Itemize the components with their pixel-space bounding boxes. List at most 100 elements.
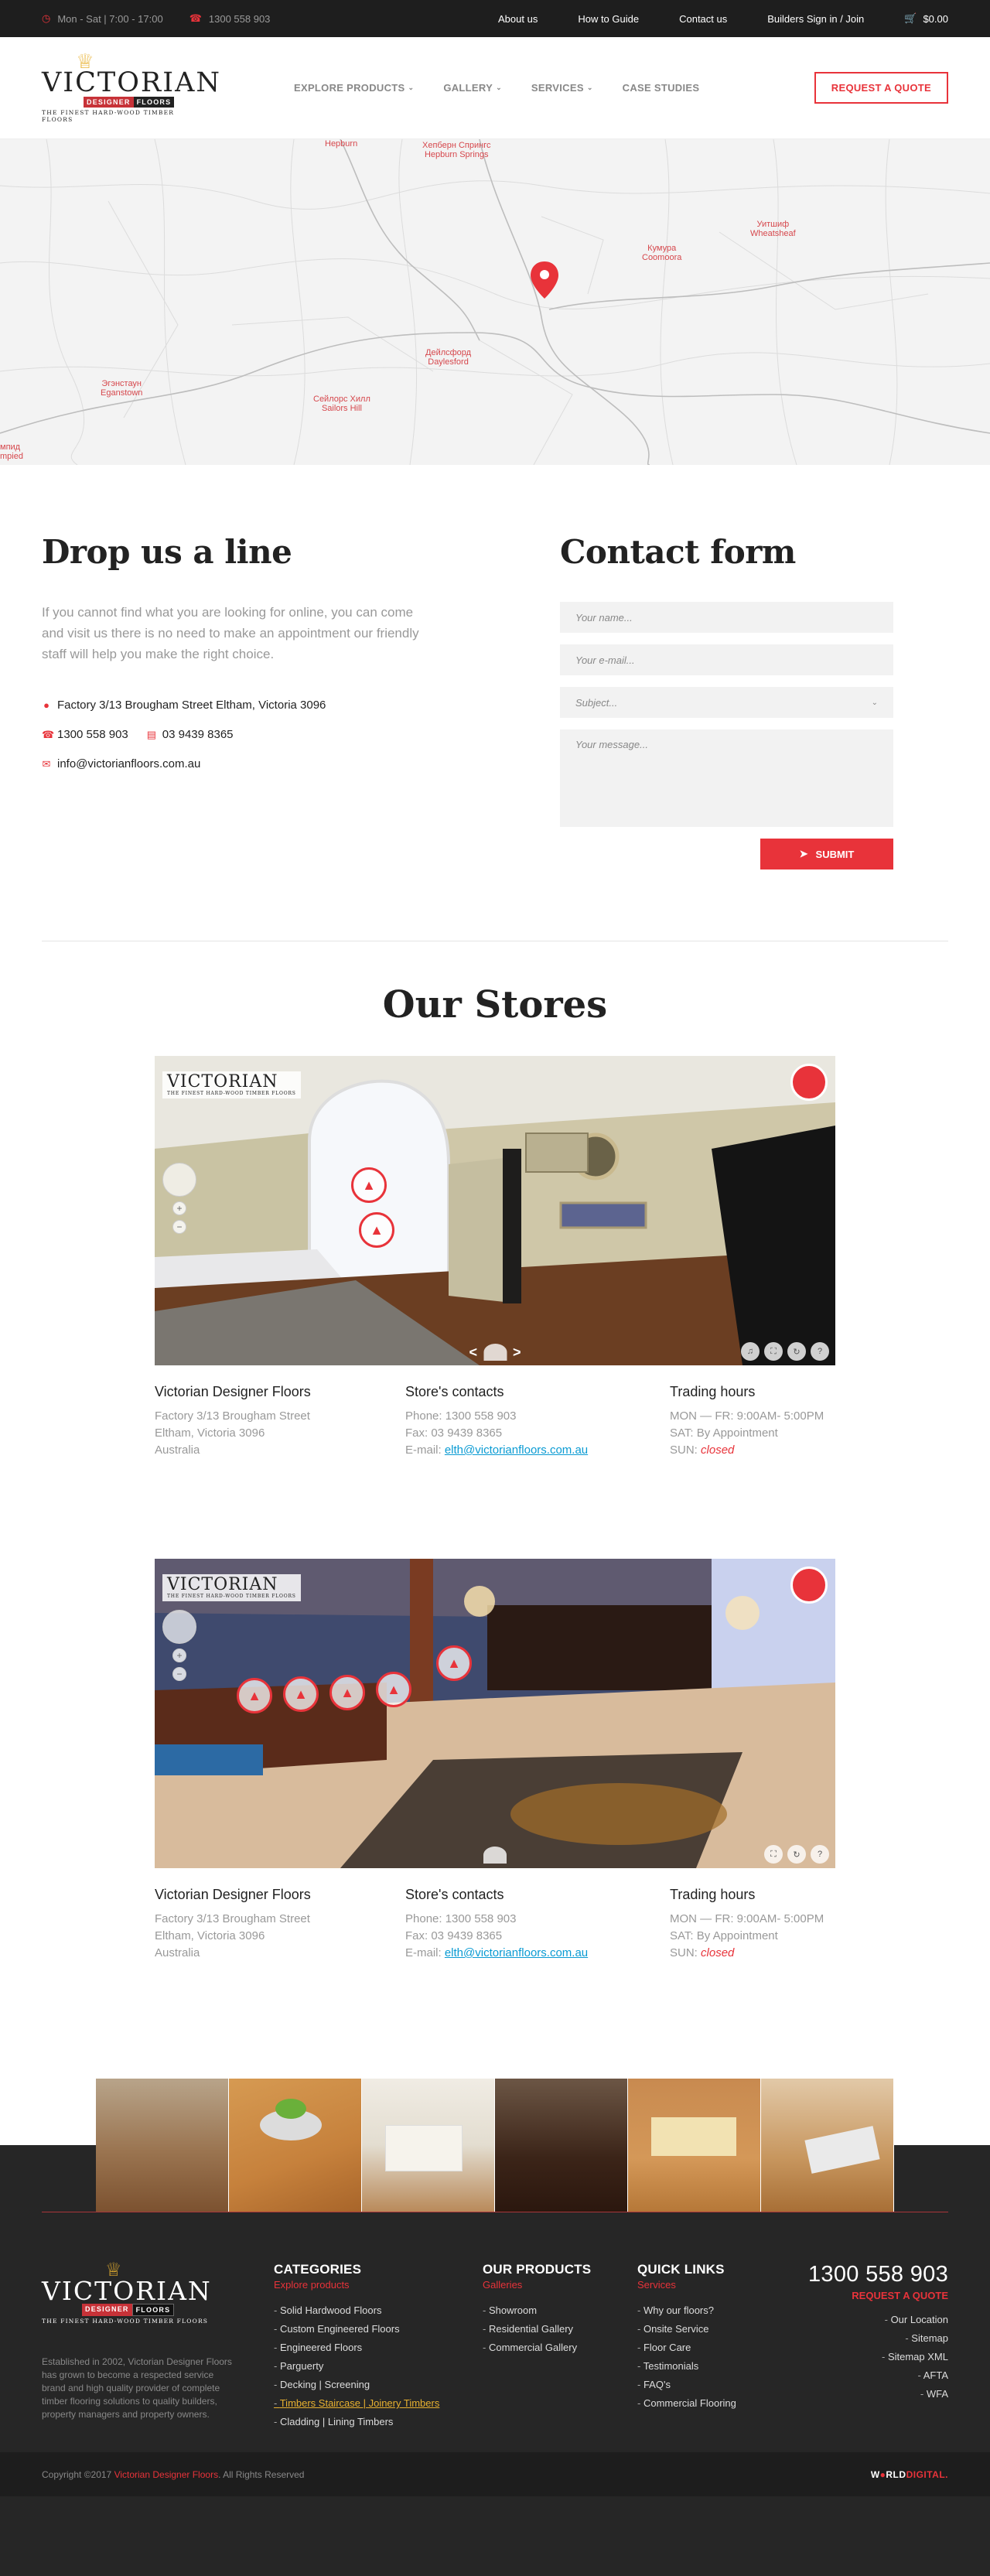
gallery-image[interactable]: [362, 2079, 495, 2212]
contact-us-link[interactable]: Contact us: [679, 13, 727, 25]
fullscreen-icon[interactable]: ⛶: [764, 1342, 783, 1361]
footer-link[interactable]: Custom Engineered Floors: [274, 2320, 483, 2339]
hotspot-arrow-icon[interactable]: ▲: [283, 1676, 319, 1712]
scene-thumb-button[interactable]: [483, 1847, 507, 1864]
footer-phone[interactable]: 1300 558 903: [808, 2262, 948, 2287]
fax-icon: ▤: [146, 728, 157, 740]
map-label-wheatsheaf: Уитшиф Wheatsheaf: [750, 220, 796, 238]
footer-link[interactable]: Sitemap XML: [808, 2348, 948, 2366]
rotate-icon[interactable]: ↻: [787, 1845, 806, 1864]
cart-button[interactable]: 🛒 $0.00: [904, 12, 948, 25]
zoom-out-button[interactable]: −: [172, 1220, 186, 1234]
gallery-image[interactable]: [229, 2079, 362, 2212]
map-label-eganstown: Эгэнстаун Eganstown: [101, 379, 143, 398]
footer-link[interactable]: Commercial Gallery: [483, 2339, 637, 2357]
gallery-image[interactable]: [628, 2079, 761, 2212]
footer-link[interactable]: Decking | Screening: [274, 2376, 483, 2394]
hotspot-arrow-icon[interactable]: ▲: [376, 1672, 411, 1707]
rotate-icon[interactable]: ↻: [787, 1342, 806, 1361]
hotspot-arrow-icon[interactable]: ▲: [436, 1645, 472, 1681]
scene-thumb-button[interactable]: [483, 1344, 507, 1361]
location-map[interactable]: Hepburn Хепберн Спрингс Hepburn Springs …: [0, 139, 990, 465]
footer-link[interactable]: Parguerty: [274, 2357, 483, 2376]
about-us-link[interactable]: About us: [498, 13, 538, 25]
footer-col-sub[interactable]: Services: [637, 2279, 784, 2291]
help-icon[interactable]: ?: [811, 1342, 829, 1361]
store-email-link[interactable]: elth@victorianfloors.com.au: [445, 1443, 588, 1457]
phone-text[interactable]: 1300 558 903: [57, 728, 128, 741]
footer-link[interactable]: Our Location: [808, 2311, 948, 2329]
footer-quote-link[interactable]: REQUEST A QUOTE: [808, 2290, 948, 2301]
virtual-tour-viewer[interactable]: VICTORIAN THE FINEST HARD-WOOD TIMBER FL…: [155, 1559, 835, 1868]
message-field[interactable]: Your message...: [560, 729, 893, 827]
stores-heading: Our Stores: [382, 983, 608, 1027]
site-logo[interactable]: ♕ VICTORIAN DESIGNER FLOORS THE FINEST H…: [42, 51, 220, 123]
how-to-guide-link[interactable]: How to Guide: [578, 13, 639, 25]
footer-logo[interactable]: ♕ VICTORIAN DESIGNER FLOORS THE FINEST H…: [42, 2261, 274, 2325]
gallery-image[interactable]: [761, 2079, 894, 2212]
nav-explore-products[interactable]: EXPLORE PRODUCTS ⌄: [294, 82, 414, 94]
arrow-right-icon[interactable]: >: [513, 1344, 521, 1361]
copyright-brand-link[interactable]: Victorian Designer Floors: [114, 2469, 219, 2480]
footer-link[interactable]: Solid Hardwood Floors: [274, 2301, 483, 2320]
pan-joystick[interactable]: [162, 1163, 196, 1197]
footer-link[interactable]: Sitemap: [808, 2329, 948, 2348]
zoom-in-button[interactable]: +: [172, 1201, 186, 1215]
arrow-left-icon[interactable]: <: [469, 1344, 477, 1361]
hours-sunday-value: closed: [701, 1443, 735, 1457]
site-header: ♕ VICTORIAN DESIGNER FLOORS THE FINEST H…: [0, 37, 990, 139]
fullscreen-icon[interactable]: ⛶: [764, 1845, 783, 1864]
footer-link[interactable]: Residential Gallery: [483, 2320, 637, 2339]
footer-link[interactable]: Cladding | Lining Timbers: [274, 2413, 483, 2431]
phone-text[interactable]: 1300 558 903: [209, 13, 271, 25]
contact-lede: If you cannot find what you are looking …: [42, 605, 419, 661]
vr-mode-button[interactable]: [790, 1566, 828, 1604]
help-icon[interactable]: ?: [811, 1845, 829, 1864]
email-text[interactable]: info@victorianfloors.com.au: [57, 757, 200, 770]
nav-case-studies[interactable]: CASE STUDIES: [623, 82, 700, 94]
nav-gallery[interactable]: GALLERY ⌄: [443, 82, 502, 94]
footer-link[interactable]: Commercial Flooring: [637, 2394, 784, 2413]
store-email-link[interactable]: elth@victorianfloors.com.au: [445, 1946, 588, 1959]
zoom-out-button[interactable]: −: [172, 1667, 186, 1681]
footer-link[interactable]: Why our floors?: [637, 2301, 784, 2320]
nav-services[interactable]: SERVICES ⌄: [531, 82, 593, 94]
vr-mode-button[interactable]: [790, 1064, 828, 1101]
virtual-tour-viewer[interactable]: VICTORIAN THE FINEST HARD-WOOD TIMBER FL…: [155, 1056, 835, 1365]
footer-col-sub[interactable]: Explore products: [274, 2279, 483, 2291]
builders-signin-link[interactable]: Builders Sign in / Join: [767, 13, 864, 25]
footer-link[interactable]: Testimonials: [637, 2357, 784, 2376]
footer-link[interactable]: Floor Care: [637, 2339, 784, 2357]
store-address-line: Factory 3/13 Brougham Street: [155, 1912, 310, 1925]
footer-link[interactable]: Showroom: [483, 2301, 637, 2320]
hours-info: ◷ Mon - Sat | 7:00 - 17:00: [42, 12, 163, 25]
footer-col-sub[interactable]: Galleries: [483, 2279, 637, 2291]
gallery-image[interactable]: [495, 2079, 628, 2212]
footer-link[interactable]: WFA: [808, 2385, 948, 2403]
hotspot-arrow-icon[interactable]: ▲: [351, 1167, 387, 1203]
footer-link[interactable]: FAQ's: [637, 2376, 784, 2394]
globe-icon: ●: [879, 2468, 886, 2480]
hotspot-arrow-icon[interactable]: ▲: [359, 1212, 394, 1248]
sound-icon[interactable]: ♫: [741, 1342, 760, 1361]
footer-link-active[interactable]: Timbers Staircase | Joinery Timbers: [274, 2394, 483, 2413]
request-quote-button[interactable]: REQUEST A QUOTE: [814, 72, 948, 104]
hotspot-arrow-icon[interactable]: ▲: [237, 1678, 272, 1713]
zoom-in-button[interactable]: +: [172, 1648, 186, 1662]
store-address-col: Victorian Designer Floors Factory 3/13 B…: [155, 1886, 405, 2062]
email-field[interactable]: Your e-mail...: [560, 644, 893, 675]
agency-credit[interactable]: W●RLDDIGITAL.: [871, 2469, 948, 2480]
phone-info[interactable]: ☎ 1300 558 903: [189, 12, 271, 25]
footer-link[interactable]: Engineered Floors: [274, 2339, 483, 2357]
submit-button[interactable]: ➤ SUBMIT: [760, 839, 893, 869]
map-pin-icon[interactable]: [529, 260, 560, 300]
tour-arrows: [483, 1847, 507, 1864]
store-address-line: Australia: [155, 1443, 200, 1457]
subject-select[interactable]: Subject... ⌄: [560, 687, 893, 718]
footer-link[interactable]: Onsite Service: [637, 2320, 784, 2339]
hotspot-arrow-icon[interactable]: ▲: [329, 1675, 365, 1710]
name-field[interactable]: Your name...: [560, 602, 893, 633]
footer-link[interactable]: AFTA: [808, 2366, 948, 2385]
pan-joystick[interactable]: [162, 1610, 196, 1644]
gallery-image[interactable]: [96, 2079, 229, 2212]
